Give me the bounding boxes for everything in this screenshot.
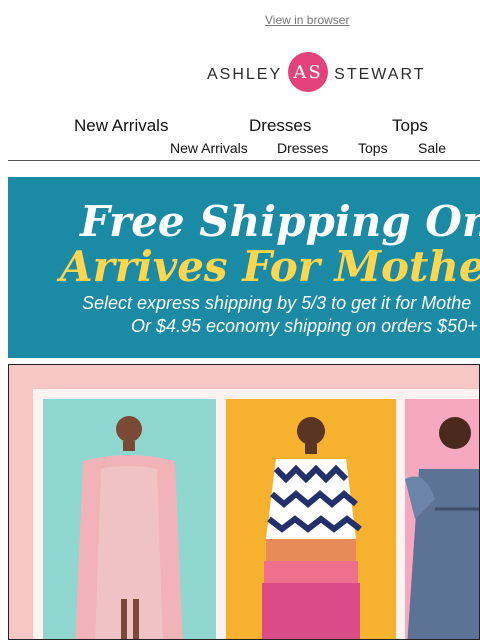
secondary-nav: New Arrivals Dresses Tops Sale bbox=[0, 140, 480, 158]
banner-detail-line-2: Or $4.95 economy shipping on orders $50+ bbox=[131, 316, 478, 336]
subnav-item-new-arrivals[interactable]: New Arrivals bbox=[170, 140, 248, 156]
model-denim-ruffle-dress-icon bbox=[405, 417, 479, 639]
nav-item-new-arrivals[interactable]: New Arrivals bbox=[74, 116, 168, 136]
logo-right-word: STEWART bbox=[334, 65, 426, 83]
product-card-denim-dress[interactable] bbox=[405, 399, 479, 639]
nav-divider bbox=[8, 160, 480, 161]
subnav-item-tops[interactable]: Tops bbox=[358, 140, 388, 156]
brand-logo[interactable]: ASHLEY AS STEWART bbox=[207, 52, 425, 97]
primary-nav: New Arrivals Dresses Tops bbox=[0, 116, 480, 136]
model-pink-offshoulder-dress-icon bbox=[75, 416, 183, 639]
product-card-zigzag-dress[interactable] bbox=[226, 399, 396, 639]
subnav-item-sale[interactable]: Sale bbox=[418, 140, 446, 156]
shipping-promo-banner[interactable]: Free Shipping On $9 Arrives For Mother’s… bbox=[8, 177, 480, 358]
product-card-pink-dress[interactable] bbox=[43, 399, 216, 639]
nav-item-dresses[interactable]: Dresses bbox=[249, 116, 311, 136]
nav-item-tops[interactable]: Tops bbox=[392, 116, 428, 136]
dress-promo-section[interactable] bbox=[8, 364, 480, 640]
logo-left-word: ASHLEY bbox=[207, 65, 283, 83]
logo-monogram-icon: AS bbox=[288, 52, 329, 97]
model-zigzag-maxi-dress-icon bbox=[262, 417, 362, 639]
view-in-browser-link[interactable]: View in browser bbox=[265, 13, 349, 27]
banner-headline: Free Shipping On $9 bbox=[80, 197, 480, 246]
svg-text:AS: AS bbox=[292, 62, 322, 83]
promo-inner-panel bbox=[33, 389, 479, 639]
banner-subheadline: Arrives For Mother’s D bbox=[60, 242, 480, 291]
subnav-item-dresses[interactable]: Dresses bbox=[277, 140, 328, 156]
banner-detail-line-1: Select express shipping by 5/3 to get it… bbox=[82, 293, 472, 313]
